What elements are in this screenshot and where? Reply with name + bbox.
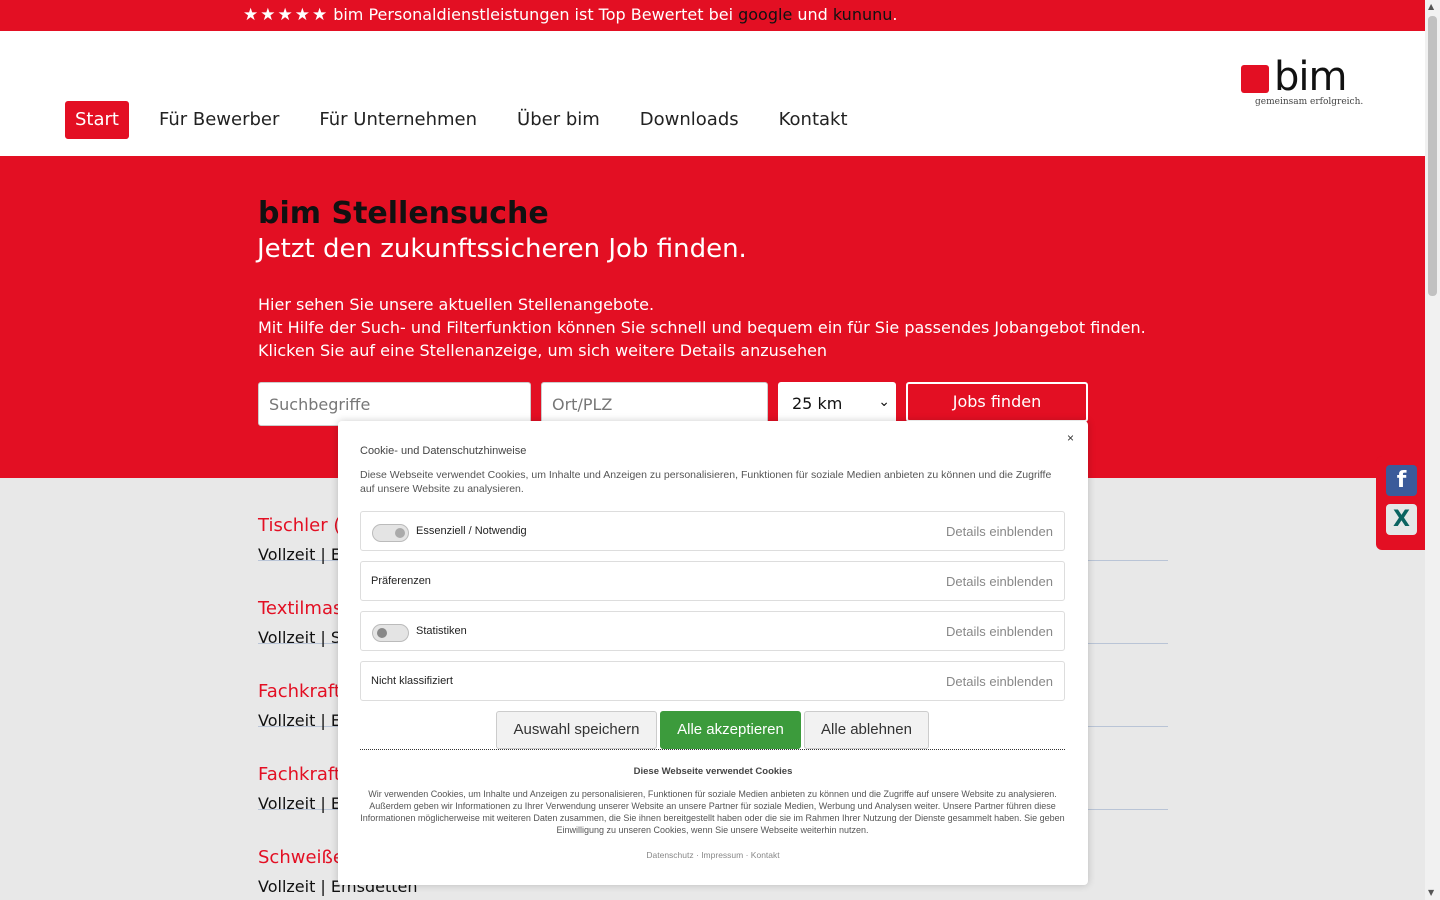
accept-all-button[interactable]: Alle akzeptieren bbox=[660, 711, 801, 749]
rating-banner: ★★★★★ bim Personaldienstleistungen ist To… bbox=[243, 5, 897, 25]
imprint-link[interactable]: Impressum bbox=[701, 850, 743, 860]
logo-square-icon bbox=[1241, 65, 1269, 93]
category-label: Präferenzen bbox=[371, 575, 431, 587]
toggle-knob bbox=[395, 528, 405, 538]
find-jobs-button[interactable]: Jobs finden bbox=[906, 382, 1088, 422]
chevron-down-icon: ⌄ bbox=[878, 394, 890, 410]
keywords-input[interactable]: Suchbegriffe bbox=[258, 382, 531, 426]
job-title[interactable]: Textilmas bbox=[258, 598, 342, 619]
cookie-title: Cookie- und Datenschutzhinweise bbox=[360, 445, 527, 457]
essential-toggle[interactable] bbox=[372, 524, 409, 542]
scroll-up-icon[interactable]: ▲ bbox=[1428, 2, 1434, 11]
rating-stars-icon: ★★★★★ bbox=[243, 5, 330, 25]
cookie-bottom-title: Diese Webseite verwendet Cookies bbox=[633, 766, 793, 777]
cookie-footer-links: Datenschutz · Impressum · Kontakt bbox=[338, 850, 1088, 860]
details-link[interactable]: Details einblenden bbox=[946, 524, 1053, 539]
scrollbar-thumb[interactable] bbox=[1428, 16, 1437, 296]
google-link[interactable]: google bbox=[738, 5, 792, 24]
intro-line-2: Mit Hilfe der Such- und Filterfunktion k… bbox=[258, 318, 1146, 360]
top-rating-bar: ★★★★★ bim Personaldienstleistungen ist To… bbox=[0, 0, 1425, 31]
cookie-bottom-text: Wir verwenden Cookies, um Inhalte und An… bbox=[360, 789, 1065, 835]
nav-item-downloads[interactable]: Downloads bbox=[630, 101, 749, 139]
social-sidebar: f X bbox=[1376, 456, 1425, 550]
nav-item-ueber-bim[interactable]: Über bim bbox=[507, 101, 610, 139]
save-selection-button[interactable]: Auswahl speichern bbox=[496, 711, 657, 749]
privacy-link[interactable]: Datenschutz bbox=[646, 850, 693, 860]
cookie-category-essential[interactable]: Essenziell / Notwendig Details einblende… bbox=[360, 511, 1065, 551]
toggle-knob bbox=[377, 628, 387, 638]
bim-logo[interactable]: bim gemeinsam erfolgreich. bbox=[1240, 54, 1390, 111]
site-header: Start Für Bewerber Für Unternehmen Über … bbox=[0, 31, 1425, 156]
xing-icon[interactable]: X bbox=[1386, 504, 1417, 535]
details-link[interactable]: Details einblenden bbox=[946, 674, 1053, 689]
kununu-link[interactable]: kununu bbox=[833, 5, 892, 24]
intro-line-1: Hier sehen Sie unsere aktuellen Stellena… bbox=[258, 295, 655, 314]
radius-select[interactable]: 25 km ⌄ bbox=[778, 382, 896, 426]
logo-tagline: gemeinsam erfolgreich. bbox=[1255, 97, 1364, 107]
details-link[interactable]: Details einblenden bbox=[946, 624, 1053, 639]
logo-word: bim bbox=[1274, 54, 1347, 100]
scroll-down-icon[interactable]: ▼ bbox=[1428, 888, 1434, 897]
category-label: Essenziell / Notwendig bbox=[416, 525, 527, 537]
cookie-description: Diese Webseite verwendet Cookies, um Inh… bbox=[360, 469, 1052, 495]
page-subtitle: Jetzt den zukunftssicheren Job finden. bbox=[257, 234, 747, 264]
reject-all-button[interactable]: Alle ablehnen bbox=[804, 711, 929, 749]
close-icon[interactable]: × bbox=[1067, 431, 1074, 445]
rating-text: bim Personaldienstleistungen ist Top Bew… bbox=[333, 5, 739, 24]
page-scrollbar[interactable]: ▲ ▼ bbox=[1425, 0, 1440, 900]
radius-value: 25 km bbox=[792, 394, 843, 413]
main-nav: Start Für Bewerber Für Unternehmen Über … bbox=[65, 101, 878, 139]
location-input[interactable]: Ort/PLZ bbox=[541, 382, 768, 426]
cookie-category-preferences[interactable]: Präferenzen Details einblenden bbox=[360, 561, 1065, 601]
rating-text-middle: und bbox=[792, 5, 833, 24]
contact-link[interactable]: Kontakt bbox=[751, 850, 780, 860]
page-title: bim Stellensuche bbox=[258, 196, 549, 231]
rating-text-end: . bbox=[892, 5, 898, 24]
link-separator: · bbox=[743, 850, 751, 860]
category-label: Statistiken bbox=[416, 625, 467, 637]
nav-item-start[interactable]: Start bbox=[65, 101, 129, 139]
job-title[interactable]: Fachkraft bbox=[258, 764, 341, 785]
facebook-icon[interactable]: f bbox=[1386, 465, 1417, 496]
details-link[interactable]: Details einblenden bbox=[946, 574, 1053, 589]
nav-item-kontakt[interactable]: Kontakt bbox=[769, 101, 858, 139]
category-label: Nicht klassifiziert bbox=[371, 675, 453, 687]
cookie-category-unclassified[interactable]: Nicht klassifiziert Details einblenden bbox=[360, 661, 1065, 701]
cookie-category-statistics[interactable]: Statistiken Details einblenden bbox=[360, 611, 1065, 651]
statistics-toggle[interactable] bbox=[372, 624, 409, 642]
cookie-consent-dialog: × Cookie- und Datenschutzhinweise Diese … bbox=[338, 421, 1088, 885]
nav-item-unternehmen[interactable]: Für Unternehmen bbox=[309, 101, 487, 139]
divider bbox=[360, 749, 1065, 750]
nav-item-bewerber[interactable]: Für Bewerber bbox=[149, 101, 289, 139]
intro-text: Hier sehen Sie unsere aktuellen Stellena… bbox=[258, 293, 1178, 362]
job-title[interactable]: Schweiße bbox=[258, 847, 344, 868]
job-title[interactable]: Fachkraft bbox=[258, 681, 341, 702]
